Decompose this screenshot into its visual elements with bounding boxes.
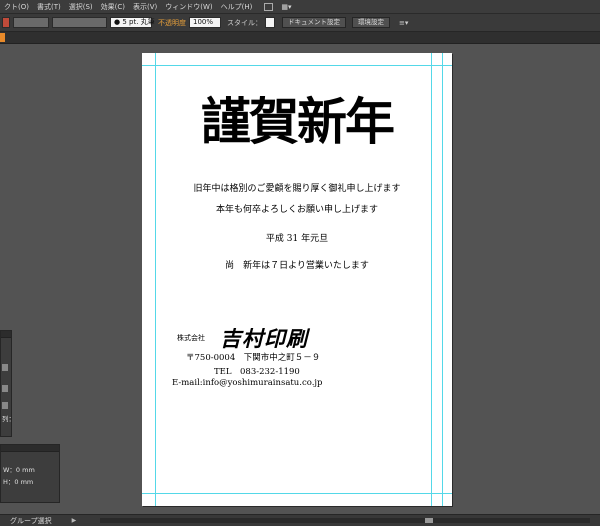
message-line-2[interactable]: 本年も何卒よろしくお願い申し上げます: [142, 204, 452, 216]
width-field[interactable]: W：0 mm: [3, 464, 35, 474]
artboard[interactable]: 謹賀新年 旧年中は格別のご愛顧を賜り厚く御礼申し上げます 本年も何卒よろしくお願…: [142, 53, 452, 506]
menu-effect[interactable]: 効果(C): [97, 2, 129, 12]
document-settings-button[interactable]: ドキュメント設定: [282, 17, 346, 28]
stroke-weight-field[interactable]: [13, 17, 49, 28]
panel-column-label: 列：: [2, 415, 15, 423]
menu-select[interactable]: 選択(S): [65, 2, 97, 12]
company-prefix[interactable]: 株式会社: [177, 333, 205, 343]
status-menu-arrow-icon[interactable]: ▶: [72, 517, 77, 524]
tel-line[interactable]: TEL 083-232-1190: [214, 365, 300, 377]
horizontal-scrollbar[interactable]: [100, 518, 590, 523]
panel-header[interactable]: [1, 331, 11, 338]
brush-definition-select[interactable]: ● 5 pt. 丸筆: [110, 17, 155, 28]
align-icon[interactable]: [2, 364, 8, 371]
preferences-button[interactable]: 環境設定: [352, 17, 390, 28]
workspace-icon[interactable]: ▦▾: [281, 3, 291, 11]
document-tab[interactable]: [0, 33, 5, 42]
opacity-label[interactable]: 不透明度: [158, 18, 186, 28]
spacing-icon[interactable]: [2, 402, 8, 409]
menu-bar: クト(O) 書式(T) 選択(S) 効果(C) 表示(V) ウィンドウ(W) ヘ…: [0, 0, 600, 14]
guide-top[interactable]: [142, 65, 452, 66]
guide-bottom[interactable]: [142, 493, 452, 494]
document-tab-strip: [0, 32, 600, 44]
arrange-icon[interactable]: ≡▾: [399, 19, 408, 27]
menu-object[interactable]: クト(O): [0, 2, 33, 12]
greeting-title[interactable]: 謹賀新年: [142, 93, 452, 151]
message-line-1[interactable]: 旧年中は格別のご愛顧を賜り厚く御礼申し上げます: [142, 183, 452, 195]
opacity-field[interactable]: 100%: [189, 17, 221, 28]
notice-line[interactable]: 尚 新年は７日より営業いたします: [142, 260, 452, 272]
transform-panel[interactable]: W：0 mm H：0 mm: [0, 444, 60, 503]
menu-type[interactable]: 書式(T): [33, 2, 65, 12]
menu-window[interactable]: ウィンドウ(W): [161, 2, 216, 12]
guide-left[interactable]: [155, 53, 156, 506]
guide-right-outer[interactable]: [442, 53, 443, 506]
current-tool-label: グループ選択: [10, 516, 52, 525]
style-label: スタイル：: [227, 18, 262, 27]
company-logo-text[interactable]: 吉村印刷: [220, 323, 308, 353]
height-field[interactable]: H：0 mm: [3, 476, 33, 486]
fill-swatch[interactable]: [2, 17, 10, 28]
variable-width-field[interactable]: [52, 17, 107, 28]
date-line[interactable]: 平成 31 年元旦: [142, 233, 452, 245]
status-bar: グループ選択 ▶: [0, 514, 600, 526]
email-line[interactable]: E-mail:info@yoshimurainsatu.co.jp: [172, 378, 322, 388]
distribute-icon[interactable]: [2, 385, 8, 392]
address-line[interactable]: 〒750-0004 下関市中之町５－９: [186, 351, 320, 363]
guide-right[interactable]: [431, 53, 432, 506]
control-bar: ● 5 pt. 丸筆 不透明度 100% スタイル： ドキュメント設定 環境設定…: [0, 14, 600, 32]
scrollbar-thumb[interactable]: [425, 518, 433, 523]
left-panel[interactable]: 列：: [0, 330, 15, 437]
menu-view[interactable]: 表示(V): [129, 2, 161, 12]
transform-panel-header[interactable]: [1, 445, 59, 452]
document-icon[interactable]: [264, 2, 274, 11]
menu-help[interactable]: ヘルプ(H): [217, 2, 257, 12]
style-swatch[interactable]: [265, 17, 275, 28]
